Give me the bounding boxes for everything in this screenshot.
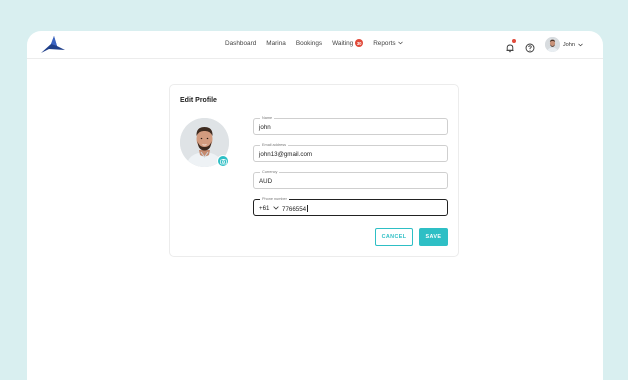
edit-profile-card: Edit Profile Name john Email address joh… <box>169 84 459 257</box>
notification-dot <box>511 38 516 43</box>
chevron-down-icon[interactable] <box>273 206 279 210</box>
nav-marina-label: Marina <box>266 39 286 47</box>
help-circle-icon <box>525 43 535 52</box>
avatar <box>544 37 560 52</box>
nav-waiting[interactable]: Waiting 30 <box>332 39 364 47</box>
currency-field[interactable]: Currency AUD <box>253 170 448 189</box>
text-cursor <box>307 205 308 212</box>
phone-field[interactable]: Phone number +61 7766554 <box>253 197 448 216</box>
nav-marina[interactable]: Marina <box>266 40 286 47</box>
help-button[interactable] <box>525 40 535 52</box>
phone-number-value: 7766554 <box>282 206 307 213</box>
nav-dashboard-label: Dashboard <box>225 39 257 47</box>
nav-reports[interactable]: Reports <box>373 39 403 47</box>
user-menu[interactable]: John <box>544 37 583 52</box>
email-field[interactable]: Email address john13@gmail.com <box>253 143 448 162</box>
currency-field-label: Currency <box>260 170 280 175</box>
bell-icon <box>506 44 514 52</box>
name-field[interactable]: Name john <box>253 116 448 135</box>
cancel-button[interactable]: CANCEL <box>375 228 413 246</box>
waiting-count-badge: 30 <box>355 39 364 47</box>
change-photo-button[interactable] <box>217 155 229 167</box>
user-name: John <box>562 41 575 48</box>
header-actions: John <box>505 37 583 52</box>
email-field-label: Email address <box>260 143 289 148</box>
camera-icon <box>219 158 227 164</box>
main-nav: Dashboard Marina Bookings Waiting 30 Rep… <box>225 39 403 47</box>
save-button[interactable]: SAVE <box>419 228 448 246</box>
name-field-label: Name <box>260 116 275 121</box>
phone-number-input[interactable]: 7766554 <box>282 205 308 213</box>
app-window: Dashboard Marina Bookings Waiting 30 Rep… <box>27 31 603 380</box>
email-field-value: john13@gmail.com <box>259 151 313 158</box>
chevron-down-icon <box>397 41 403 45</box>
chevron-down-icon <box>578 43 583 46</box>
name-field-value: john <box>259 124 271 131</box>
phone-field-label: Phone number <box>260 197 289 202</box>
currency-field-value: AUD <box>259 178 273 185</box>
notifications-button[interactable] <box>505 38 516 52</box>
nav-dashboard[interactable]: Dashboard <box>225 40 256 47</box>
brand-logo-icon[interactable] <box>40 35 66 55</box>
nav-waiting-label: Waiting <box>332 39 354 47</box>
nav-bookings[interactable]: Bookings <box>296 40 322 47</box>
top-navbar: Dashboard Marina Bookings Waiting 30 Rep… <box>27 31 603 59</box>
nav-reports-label: Reports <box>373 39 396 47</box>
country-code-select[interactable]: +61 <box>259 205 270 212</box>
page-title: Edit Profile <box>180 97 217 104</box>
nav-bookings-label: Bookings <box>295 39 323 47</box>
